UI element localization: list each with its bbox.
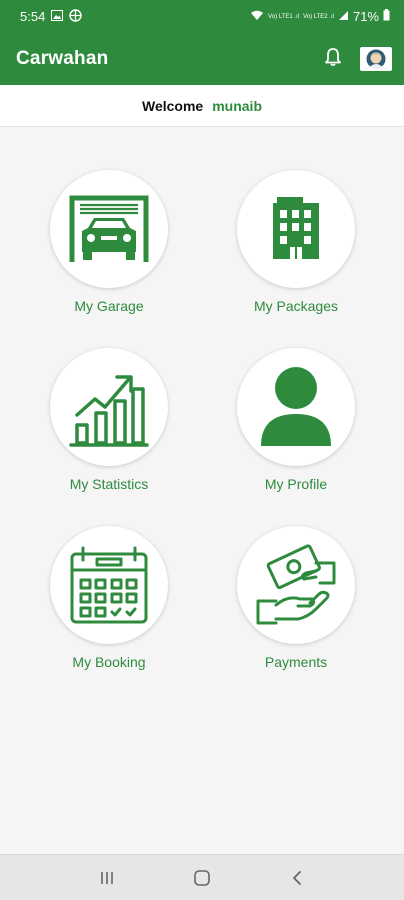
menu-item-label: My Booking [72,654,146,670]
battery-percent: 71% [352,9,379,24]
menu-item-circle [237,170,355,288]
wifi-icon [250,9,264,24]
user-silhouette-icon [261,367,331,446]
menu-item-my-profile[interactable]: My Profile [226,348,366,492]
network-indicator-2: Vo) LTE2 .ıl [303,14,334,20]
network-label-2: Vo) LTE2 .ıl [303,13,334,20]
bell-icon[interactable] [324,47,342,72]
menu-item-circle [50,170,168,288]
menu-item-label: My Packages [253,298,339,314]
vpn-globe-icon [69,8,83,25]
network-indicator-1: Vo) LTE1 .ıl [268,14,299,20]
menu-item-payments[interactable]: Payments [226,526,366,670]
menu-item-circle [237,348,355,466]
welcome-username: munaib [212,97,262,114]
menu-item-my-statistics[interactable]: My Statistics [39,348,179,492]
menu-item-label: My Statistics [69,476,149,492]
system-nav-bar [0,854,404,900]
welcome-label: Welcome [142,97,204,114]
menu-item-my-garage[interactable]: My Garage [39,170,179,314]
menu-item-label: My Garage [74,298,144,314]
app-title: Carwahan [16,48,109,69]
app-bar: Carwahan [0,33,404,85]
battery-icon [383,9,390,24]
home-icon[interactable] [182,863,222,893]
calendar-icon [70,546,148,624]
menu-item-label: Payments [264,654,328,670]
back-icon[interactable] [277,863,317,893]
garage-car-icon [69,195,149,262]
image-icon [51,9,64,24]
avatar-icon[interactable] [360,47,392,71]
status-time: 5:54 [20,9,46,24]
signal-icon [338,9,349,24]
menu-item-label: My Profile [264,476,328,492]
status-bar: 5:54 Vo) LTE1 .ıl Vo) LTE2 .ıl 71% [0,0,404,33]
welcome-banner: Welcome munaib [0,85,404,127]
building-icon [273,197,319,259]
menu-item-my-packages[interactable]: My Packages [226,170,366,314]
menu-item-my-booking[interactable]: My Booking [39,526,179,670]
recent-apps-icon[interactable] [87,863,127,893]
menu-item-circle [50,348,168,466]
hands-money-icon [256,544,336,625]
network-label-1: Vo) LTE1 .ıl [268,13,300,20]
menu-item-circle [50,526,168,644]
menu-item-circle [237,526,355,644]
bar-chart-trend-icon [69,375,149,447]
